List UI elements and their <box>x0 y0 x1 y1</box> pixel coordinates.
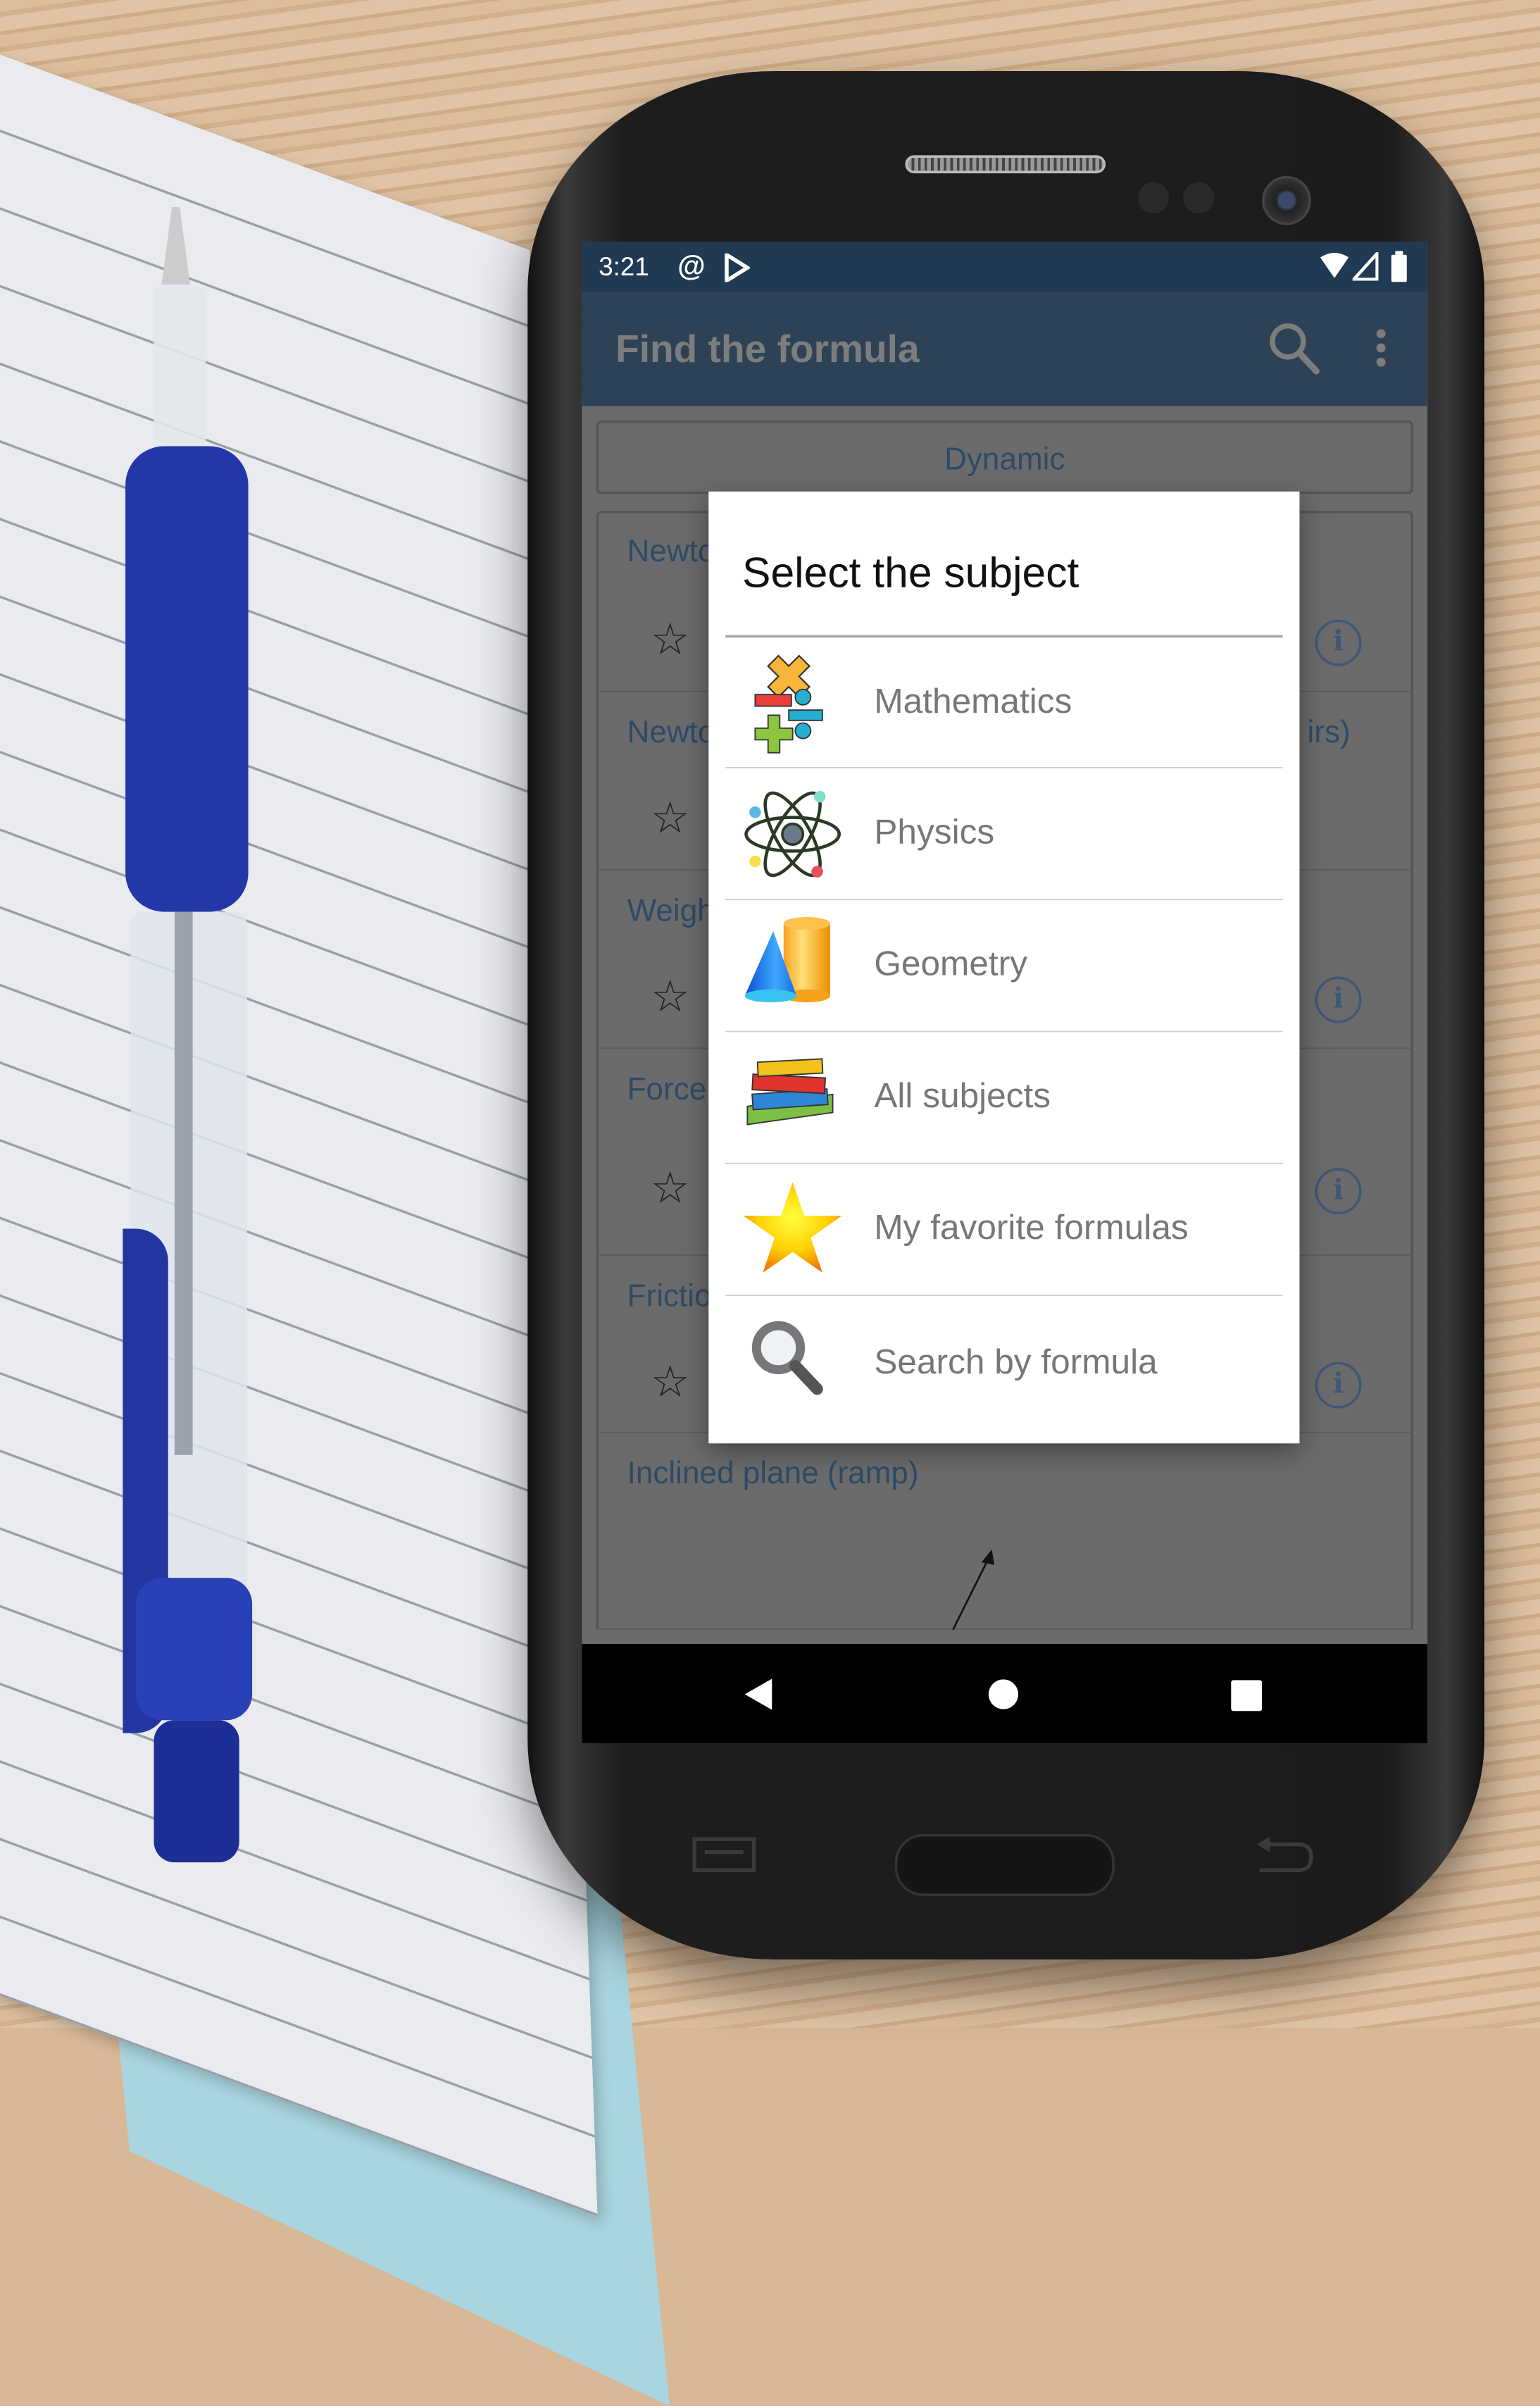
select-subject-dialog: Select the subject Mathematics Physics G… <box>708 491 1300 1444</box>
option-label: Geometry <box>874 944 1028 983</box>
card-title: Inclined plane (ramp) <box>627 1456 919 1492</box>
front-camera <box>1262 175 1312 225</box>
magnifier-icon <box>751 1321 823 1395</box>
app-title: Find the formula <box>615 328 920 372</box>
signal-icon <box>1352 252 1379 281</box>
pen-image <box>123 206 253 1863</box>
battery-icon <box>1391 251 1407 282</box>
math-operators-icon <box>754 654 823 754</box>
option-favorite-formulas[interactable]: My favorite formulas <box>725 1162 1283 1295</box>
option-geometry[interactable]: Geometry <box>725 899 1283 1030</box>
formula-card[interactable]: Inclined plane (ramp) <box>596 1433 1414 1631</box>
search-icon[interactable] <box>1267 320 1322 375</box>
option-label: Mathematics <box>874 681 1072 721</box>
home-icon[interactable] <box>988 1679 1019 1710</box>
status-time: 3:21 <box>599 253 649 282</box>
menu-key-icon <box>692 1837 756 1873</box>
option-label: All subjects <box>874 1076 1051 1115</box>
app-bar: Find the formula <box>582 292 1428 406</box>
back-icon[interactable] <box>744 1678 775 1712</box>
back-key-icon <box>1256 1836 1313 1873</box>
info-icon[interactable]: i <box>1315 619 1362 666</box>
category-label: Dynamic <box>944 442 1065 478</box>
category-dynamic-button[interactable]: Dynamic <box>596 420 1414 494</box>
option-label: My favorite formulas <box>874 1208 1189 1247</box>
books-icon <box>746 1058 834 1126</box>
option-label: Physics <box>874 812 995 852</box>
card-title: Newto <box>627 715 715 751</box>
recents-icon[interactable] <box>1231 1680 1263 1712</box>
info-icon[interactable]: i <box>1315 976 1362 1023</box>
notebook-paper <box>0 25 598 2217</box>
geometry-shapes-icon <box>744 916 830 1003</box>
favorite-star-icon[interactable]: ☆ <box>651 971 690 1023</box>
favorite-star-icon[interactable]: ☆ <box>651 614 690 666</box>
navigation-bar <box>582 1643 1428 1744</box>
status-bar: 3:21 @ <box>582 242 1428 293</box>
card-title-tail: irs) <box>1307 715 1351 751</box>
option-physics[interactable]: Physics <box>725 766 1283 899</box>
info-icon[interactable]: i <box>1315 1168 1362 1215</box>
favorite-star-icon[interactable]: ☆ <box>651 1163 690 1214</box>
favorite-star-icon[interactable]: ☆ <box>651 1357 690 1408</box>
favorite-star-icon[interactable]: ☆ <box>651 793 690 844</box>
play-store-icon <box>725 253 751 282</box>
earpiece-speaker <box>905 155 1106 174</box>
atom-icon <box>744 790 841 878</box>
option-all-subjects[interactable]: All subjects <box>725 1030 1283 1163</box>
home-key <box>894 1833 1115 1897</box>
wifi-icon <box>1320 252 1349 278</box>
sensor <box>1183 182 1215 213</box>
option-search-by-formula[interactable]: Search by formula <box>725 1295 1283 1443</box>
option-label: Search by formula <box>874 1342 1158 1382</box>
info-icon[interactable]: i <box>1315 1361 1362 1409</box>
more-vert-icon[interactable] <box>1370 326 1391 373</box>
phone-screen: 3:21 @ Find the formula Dynamic Newto ☆ … <box>582 242 1428 1744</box>
dialog-title: Select the subject <box>742 548 1079 597</box>
option-mathematics[interactable]: Mathematics <box>725 635 1283 767</box>
card-title: Newto <box>627 534 715 569</box>
photo-scene: 3:21 @ Find the formula Dynamic Newto ☆ … <box>0 0 1540 2406</box>
sensor <box>1137 182 1170 213</box>
star-icon <box>743 1182 842 1273</box>
at-sign-icon: @ <box>677 249 706 282</box>
inclined-plane-diagram <box>952 1549 995 1631</box>
